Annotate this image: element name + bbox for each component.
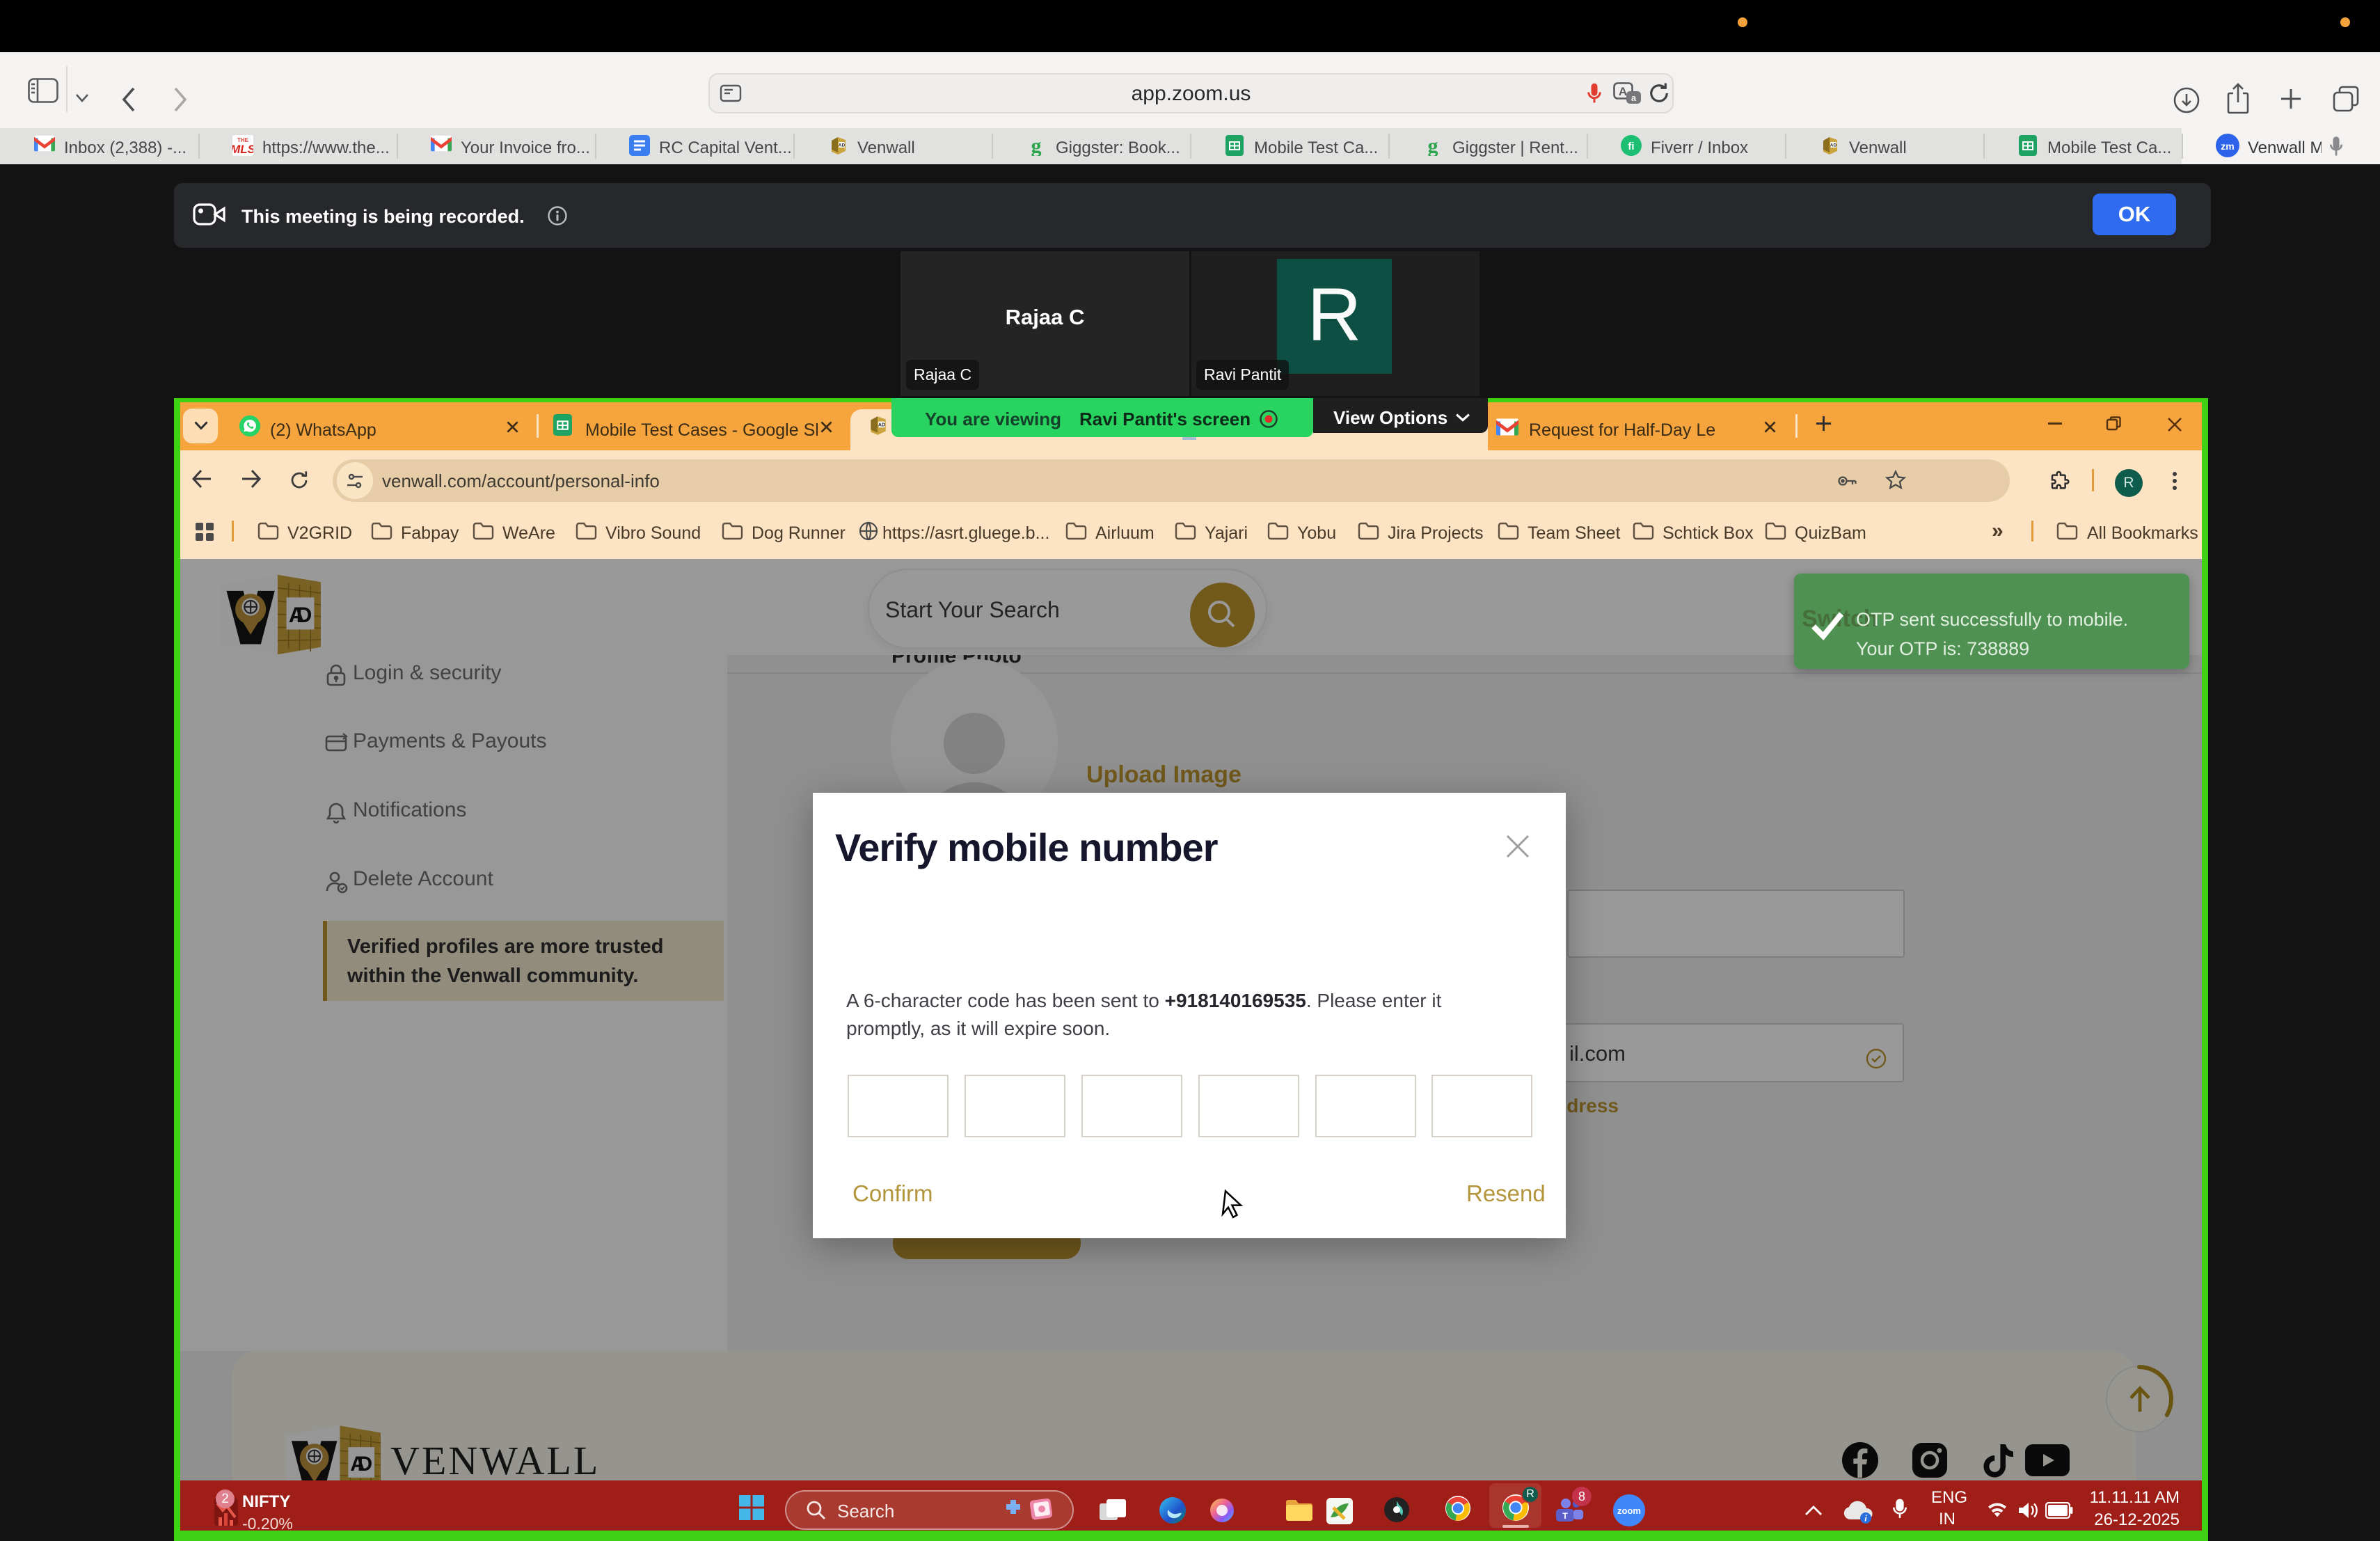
svg-text:zm: zm (2221, 141, 2234, 152)
svg-text:MLS: MLS (232, 143, 253, 156)
svg-text:g: g (1428, 135, 1438, 156)
svg-text:AD: AD (839, 143, 846, 148)
svg-text:a: a (1631, 93, 1637, 103)
svg-text:A: A (1619, 85, 1627, 98)
svg-text:fi: fi (1628, 141, 1634, 152)
svg-text:T: T (1562, 1511, 1568, 1521)
svg-text:g: g (1031, 135, 1042, 156)
svg-text:zoom: zoom (1617, 1506, 1641, 1516)
svg-text:AD: AD (1830, 143, 1837, 148)
